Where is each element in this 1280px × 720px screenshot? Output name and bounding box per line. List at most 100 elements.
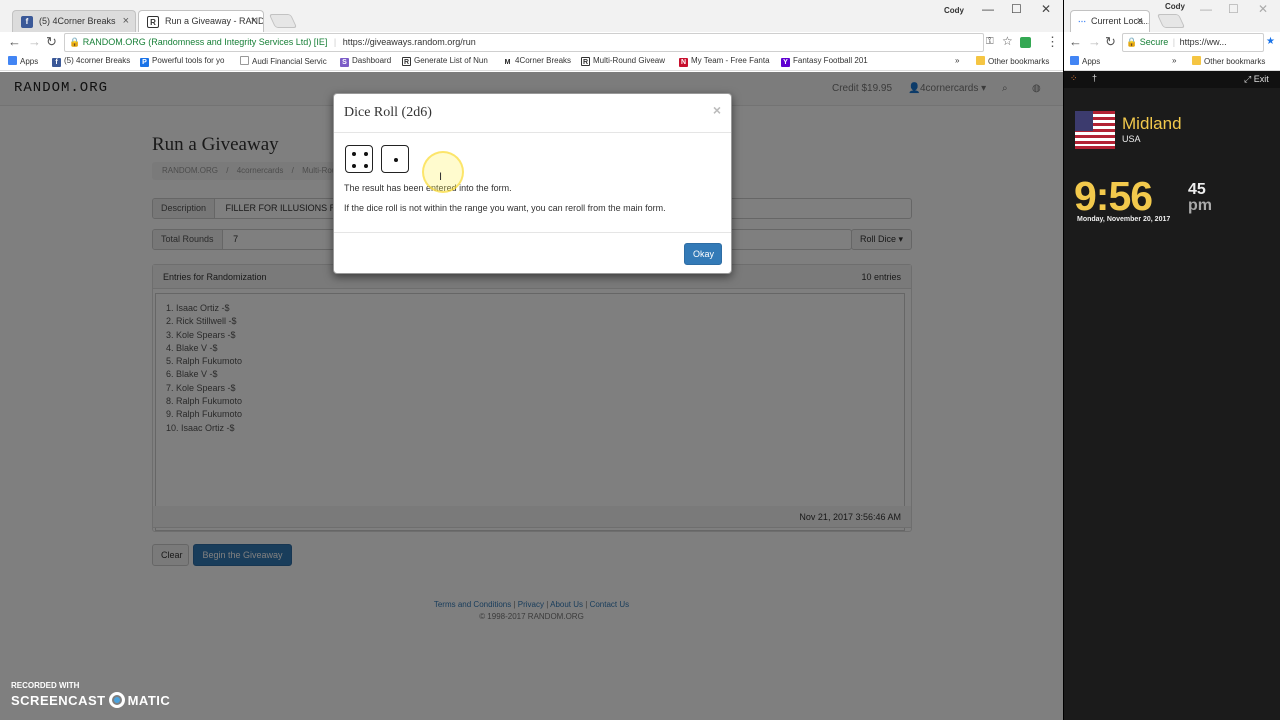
modal-title: Dice Roll (2d6) xyxy=(344,105,432,120)
bookmark-apps[interactable]: Apps xyxy=(1070,56,1100,66)
us-flag-icon xyxy=(1075,111,1115,149)
bookmark-generate-list[interactable]: R Generate List of Nun xyxy=(402,56,488,66)
other-bookmarks[interactable]: Other bookmarks xyxy=(976,56,1049,66)
forward-icon[interactable]: → xyxy=(28,34,41,49)
bookmark-dashboard[interactable]: S Dashboard xyxy=(340,56,391,67)
close-tab-icon[interactable]: × xyxy=(123,11,129,32)
minimize-icon[interactable]: — xyxy=(982,2,994,16)
address-bar[interactable]: 🔒 RANDOM.ORG (Randomness and Integrity S… xyxy=(64,33,984,52)
reload-icon[interactable]: ↻ xyxy=(1105,34,1116,50)
side-bookmarks-bar: Apps » Other bookmarks xyxy=(1064,53,1280,71)
expand-icon: ⤢ xyxy=(1244,74,1254,84)
maximize-icon[interactable]: ☐ xyxy=(1228,2,1239,16)
yahoo-icon: Y xyxy=(781,58,790,67)
star-icon[interactable]: ☆ xyxy=(1002,34,1013,48)
clock-page-topbar: ⁘ † ⤢ Exit xyxy=(1064,71,1280,88)
side-tab-strip: ⋯ Current Loca... × Cody — ☐ ✕ xyxy=(1064,0,1280,32)
random-org-icon: R xyxy=(147,16,159,28)
key-icon[interactable]: ⚿ xyxy=(986,36,994,47)
side-toolbar: ← → ↻ 🔒 Secure | https://ww... ★ xyxy=(1064,32,1280,53)
city-name: Midland xyxy=(1122,114,1182,133)
extension-icon[interactable] xyxy=(1020,37,1031,48)
die-pip xyxy=(352,164,356,168)
star-icon[interactable]: ★ xyxy=(1266,36,1275,47)
bookmarks-overflow-button[interactable]: » xyxy=(1172,56,1176,65)
profile-name[interactable]: Cody xyxy=(1165,2,1185,11)
browser-toolbar: ← → ↻ 🔒 RANDOM.ORG (Randomness and Integ… xyxy=(0,32,1063,53)
apps-grid-icon xyxy=(8,56,17,65)
new-tab-button[interactable] xyxy=(1156,14,1186,28)
clock-ampm: pm xyxy=(1188,197,1212,214)
close-window-icon[interactable]: ✕ xyxy=(1258,2,1268,16)
folder-icon xyxy=(1192,56,1201,65)
tab-run-a-giveaway[interactable]: R Run a Giveaway - RAND... × xyxy=(138,10,264,32)
bookmark-multi-round[interactable]: R Multi-Round Giveaw xyxy=(581,56,665,66)
tab-label: Run a Giveaway - RAND... xyxy=(165,16,264,26)
bookmarks-bar: Apps f (5) 4corner Breaks P Powerful tools… xyxy=(0,53,1063,71)
site-identity: RANDOM.ORG (Randomness and Integrity Ser… xyxy=(82,37,328,47)
clock-date: Monday, November 20, 2017 xyxy=(1077,216,1171,223)
page-icon xyxy=(240,56,249,65)
facebook-icon: f xyxy=(21,16,33,28)
lock-icon: 🔒 xyxy=(1126,37,1138,47)
m-icon: M xyxy=(503,58,512,67)
die-face-icon xyxy=(345,145,373,173)
okay-button[interactable]: Okay xyxy=(684,243,722,265)
lock-icon: 🔒 xyxy=(69,37,81,47)
die-pip xyxy=(364,164,368,168)
main-browser-window: f (5) 4Corner Breaks × R Run a Giveaway … xyxy=(0,0,1063,720)
dots-logo-icon: ⁘ xyxy=(1070,73,1078,83)
tab-label: (5) 4Corner Breaks xyxy=(39,16,116,26)
close-icon[interactable]: × xyxy=(713,102,721,118)
country-name: USA xyxy=(1122,134,1141,144)
die-pip xyxy=(364,152,368,156)
watermark-recorded-with: RECORDED WITH xyxy=(11,681,80,690)
random-org-icon: R xyxy=(581,57,590,66)
loading-icon: ⋯ xyxy=(1078,17,1086,26)
bookmark-powerful-tools[interactable]: P Powerful tools for yo xyxy=(140,56,224,67)
bookmark-my-team[interactable]: N My Team - Free Fanta xyxy=(679,56,770,67)
secure-label: Secure xyxy=(1139,37,1169,47)
new-tab-button[interactable] xyxy=(268,14,298,28)
bookmarks-overflow-button[interactable]: » xyxy=(955,56,959,65)
apps-grid-icon xyxy=(1070,56,1079,65)
bookmark-apps[interactable]: Apps xyxy=(8,56,38,66)
screencast-o-matic-logo: SCREENCAST MATIC xyxy=(11,692,171,708)
die-pip xyxy=(352,152,356,156)
close-tab-icon[interactable]: × xyxy=(251,11,257,32)
die-pip xyxy=(394,158,398,162)
location-clock-page: ⁘ † ⤢ Exit Midland USA 9:56 45 pm Monday… xyxy=(1064,71,1280,720)
minimize-icon[interactable]: — xyxy=(1200,2,1212,16)
die-face-icon xyxy=(381,145,409,173)
clock-time: 9:56 xyxy=(1074,173,1153,219)
pin-icon[interactable]: † xyxy=(1092,73,1097,83)
tab-strip: f (5) 4Corner Breaks × R Run a Giveaway … xyxy=(0,0,1063,32)
url-text: https://ww... xyxy=(1179,37,1227,47)
profile-name[interactable]: Cody xyxy=(944,6,964,15)
screencast-logo-icon xyxy=(108,692,125,708)
tab-4corner-breaks[interactable]: f (5) 4Corner Breaks × xyxy=(12,10,136,32)
menu-icon[interactable]: ⋮ xyxy=(1046,34,1059,50)
bookmark-4corner-breaks-2[interactable]: M 4Corner Breaks xyxy=(503,56,571,67)
reroll-message: If the dice roll is not within the range… xyxy=(344,203,666,213)
close-tab-icon[interactable]: × xyxy=(1137,11,1143,32)
close-window-icon[interactable]: ✕ xyxy=(1041,2,1051,16)
forward-icon[interactable]: → xyxy=(1088,34,1101,49)
tab-current-location[interactable]: ⋯ Current Loca... × xyxy=(1070,10,1150,32)
back-icon[interactable]: ← xyxy=(1069,34,1082,49)
p-icon: P xyxy=(140,58,149,67)
other-bookmarks[interactable]: Other bookmarks xyxy=(1192,56,1265,66)
cursor-highlight xyxy=(422,151,464,193)
side-address-bar[interactable]: 🔒 Secure | https://ww... xyxy=(1122,33,1264,52)
bookmark-fantasy-football[interactable]: Y Fantasy Football 201 xyxy=(781,56,868,67)
exit-button[interactable]: ⤢ Exit xyxy=(1244,74,1269,85)
back-icon[interactable]: ← xyxy=(8,34,21,49)
s-icon: S xyxy=(340,58,349,67)
maximize-icon[interactable]: ☐ xyxy=(1011,2,1022,16)
text-cursor-icon: I xyxy=(439,171,443,183)
modal-footer xyxy=(334,232,731,273)
bookmark-4corner-breaks[interactable]: f (5) 4corner Breaks xyxy=(52,56,130,67)
bookmark-audi-financial[interactable]: Audi Financial Servic xyxy=(240,56,327,66)
modal-header: Dice Roll (2d6) × xyxy=(334,94,731,133)
reload-icon[interactable]: ↻ xyxy=(46,34,57,50)
